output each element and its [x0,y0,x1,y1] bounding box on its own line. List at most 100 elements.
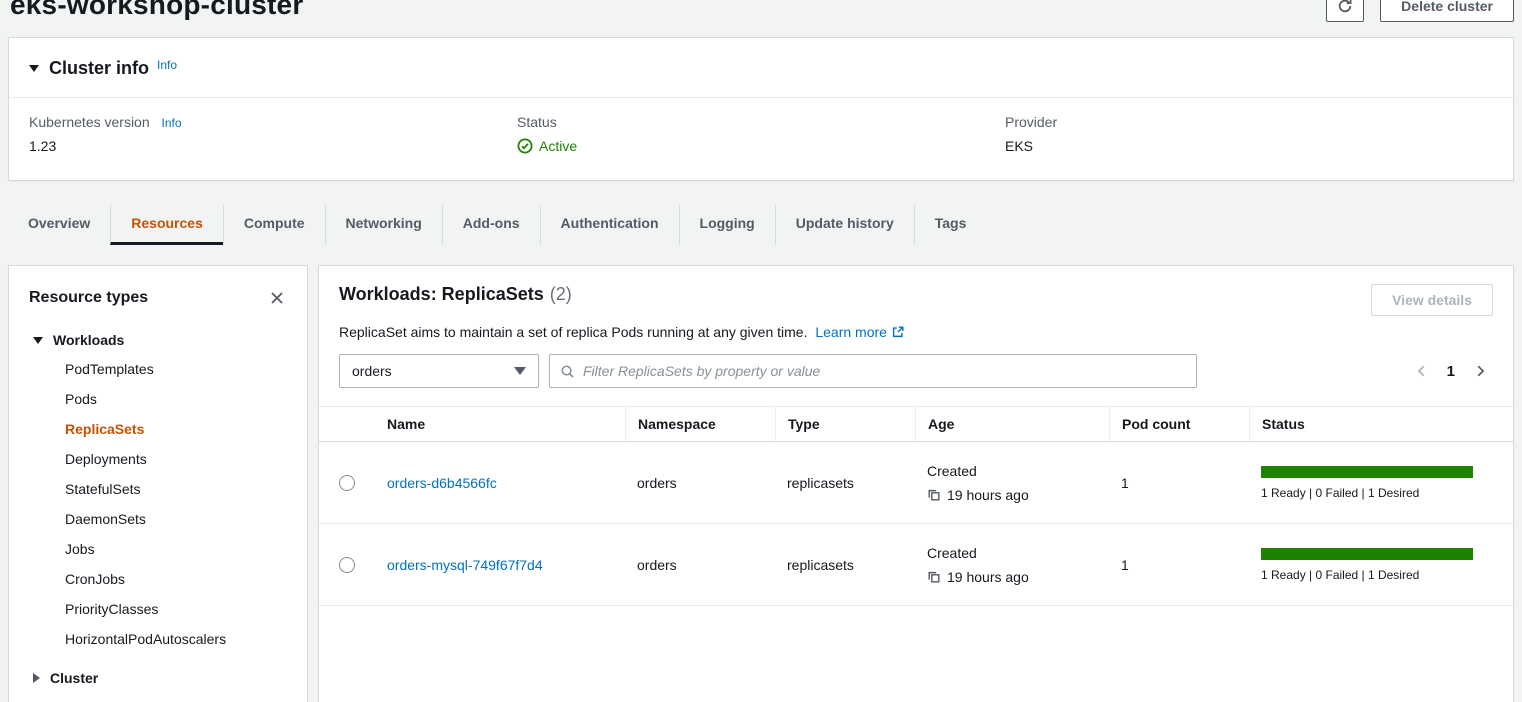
tab-add-ons[interactable]: Add-ons [442,205,540,245]
type-cell: replicasets [775,557,915,573]
chevron-down-icon [514,367,526,375]
column-header-type: Type [775,407,915,441]
table-row: orders-mysql-749f67f7d4 orders replicase… [319,524,1513,606]
row-radio[interactable] [339,475,355,491]
age-cell: Created 19 hours ago [915,463,1109,503]
cluster-tabs: Overview Resources Compute Networking Ad… [8,205,1514,245]
content-area: Resource types Workloads PodTemplates Po… [8,265,1514,702]
chevron-right-icon [33,673,40,683]
provider-field: Provider EKS [1005,114,1493,154]
column-header-name: Name [375,407,625,441]
tab-logging[interactable]: Logging [679,205,775,245]
resource-types-tree: Workloads PodTemplates Pods ReplicaSets … [9,318,307,686]
replicasets-title-wrap: Workloads: ReplicaSets (2) [339,284,572,305]
status-value: Active [517,138,1005,154]
search-box [549,354,1197,388]
pod-count-cell: 1 [1109,475,1249,491]
name-cell: orders-d6b4566fc [375,475,625,491]
table-header: Name Namespace Type Age Pod count Status [319,406,1513,442]
namespace-cell: orders [625,557,775,573]
row-radio[interactable] [339,557,355,573]
age-cell: Created 19 hours ago [915,545,1109,585]
current-page-number[interactable]: 1 [1447,363,1455,380]
status-text: 1 Ready | 0 Failed | 1 Desired [1261,568,1491,582]
cluster-info-info-link[interactable]: Info [157,58,177,72]
sidebar-item-pods[interactable]: Pods [65,384,287,414]
resource-types-panel: Resource types Workloads PodTemplates Po… [8,265,308,702]
resource-types-header: Resource types [9,266,307,318]
status-badge: Active [539,138,577,154]
table-row: orders-d6b4566fc orders replicasets Crea… [319,442,1513,524]
next-page-button[interactable] [1473,364,1487,378]
table-header-select [319,407,375,441]
sidebar-item-priorityclasses[interactable]: PriorityClasses [65,594,287,624]
pagination: 1 [1415,363,1493,380]
type-cell: replicasets [775,475,915,491]
search-icon [560,364,575,379]
status-cell: 1 Ready | 0 Failed | 1 Desired [1249,466,1513,500]
sidebar-item-statefulsets[interactable]: StatefulSets [65,474,287,504]
sidebar-item-podtemplates[interactable]: PodTemplates [65,354,287,384]
cluster-info-title: Cluster info [49,58,149,79]
close-panel-button[interactable] [267,288,287,308]
replicaset-link[interactable]: orders-d6b4566fc [387,475,497,491]
copy-icon [927,488,941,502]
sidebar-item-deployments[interactable]: Deployments [65,444,287,474]
kubernetes-version-info-link[interactable]: Info [162,116,182,130]
previous-page-button[interactable] [1415,364,1429,378]
replicaset-link[interactable]: orders-mysql-749f67f7d4 [387,557,543,573]
replicasets-title: Workloads: ReplicaSets [339,284,544,304]
sidebar-item-horizontalpodautoscalers[interactable]: HorizontalPodAutoscalers [65,624,287,654]
refresh-icon [1337,0,1353,14]
name-cell: orders-mysql-749f67f7d4 [375,557,625,573]
page-title: eks-workshop-cluster [10,0,303,21]
sidebar-item-jobs[interactable]: Jobs [65,534,287,564]
column-header-status: Status [1249,407,1513,441]
age-value: 19 hours ago [947,569,1029,585]
chevron-down-icon [33,337,43,344]
page-header: eks-workshop-cluster Delete cluster [0,0,1522,34]
provider-label: Provider [1005,114,1493,130]
workloads-group-toggle[interactable]: Workloads [33,332,287,348]
tab-tags[interactable]: Tags [914,205,987,245]
status-field: Status Active [517,114,1005,154]
close-icon [269,290,285,306]
tab-resources[interactable]: Resources [110,205,223,245]
tab-update-history[interactable]: Update history [775,205,914,245]
replicasets-panel: Workloads: ReplicaSets(2) View details R… [318,265,1514,702]
age-value-row: 19 hours ago [927,487,1109,503]
status-text: 1 Ready | 0 Failed | 1 Desired [1261,486,1491,500]
kubernetes-version-field: Kubernetes version Info 1.23 [29,114,517,154]
tab-compute[interactable]: Compute [223,205,325,245]
cluster-group-toggle[interactable]: Cluster [33,670,287,686]
status-progress-bar [1261,548,1473,560]
row-select-cell [319,557,375,573]
copy-button[interactable] [927,570,941,584]
tab-overview[interactable]: Overview [8,205,110,245]
replicasets-count: (2) [550,284,572,304]
header-actions: Delete cluster [1326,0,1514,22]
provider-value: EKS [1005,138,1493,154]
age-value-row: 19 hours ago [927,569,1109,585]
tab-networking[interactable]: Networking [325,205,442,245]
sidebar-item-cronjobs[interactable]: CronJobs [65,564,287,594]
sidebar-item-daemonsets[interactable]: DaemonSets [65,504,287,534]
learn-more-link[interactable]: Learn more [815,324,905,340]
namespace-filter-dropdown[interactable]: orders [339,354,539,388]
refresh-button[interactable] [1326,0,1364,22]
column-header-pod-count: Pod count [1109,407,1249,441]
search-input[interactable] [583,363,1186,379]
status-label: Status [517,114,1005,130]
copy-button[interactable] [927,488,941,502]
sidebar-item-replicasets[interactable]: ReplicaSets [65,414,287,444]
tab-authentication[interactable]: Authentication [540,205,679,245]
cluster-info-header[interactable]: Cluster info Info [9,38,1513,98]
delete-cluster-button[interactable]: Delete cluster [1380,0,1514,22]
namespace-filter-value: orders [352,363,392,379]
status-progress-bar [1261,466,1473,478]
view-details-button[interactable]: View details [1371,284,1493,316]
copy-icon [927,570,941,584]
status-cell: 1 Ready | 0 Failed | 1 Desired [1249,548,1513,582]
namespace-cell: orders [625,475,775,491]
chevron-left-icon [1415,364,1429,378]
